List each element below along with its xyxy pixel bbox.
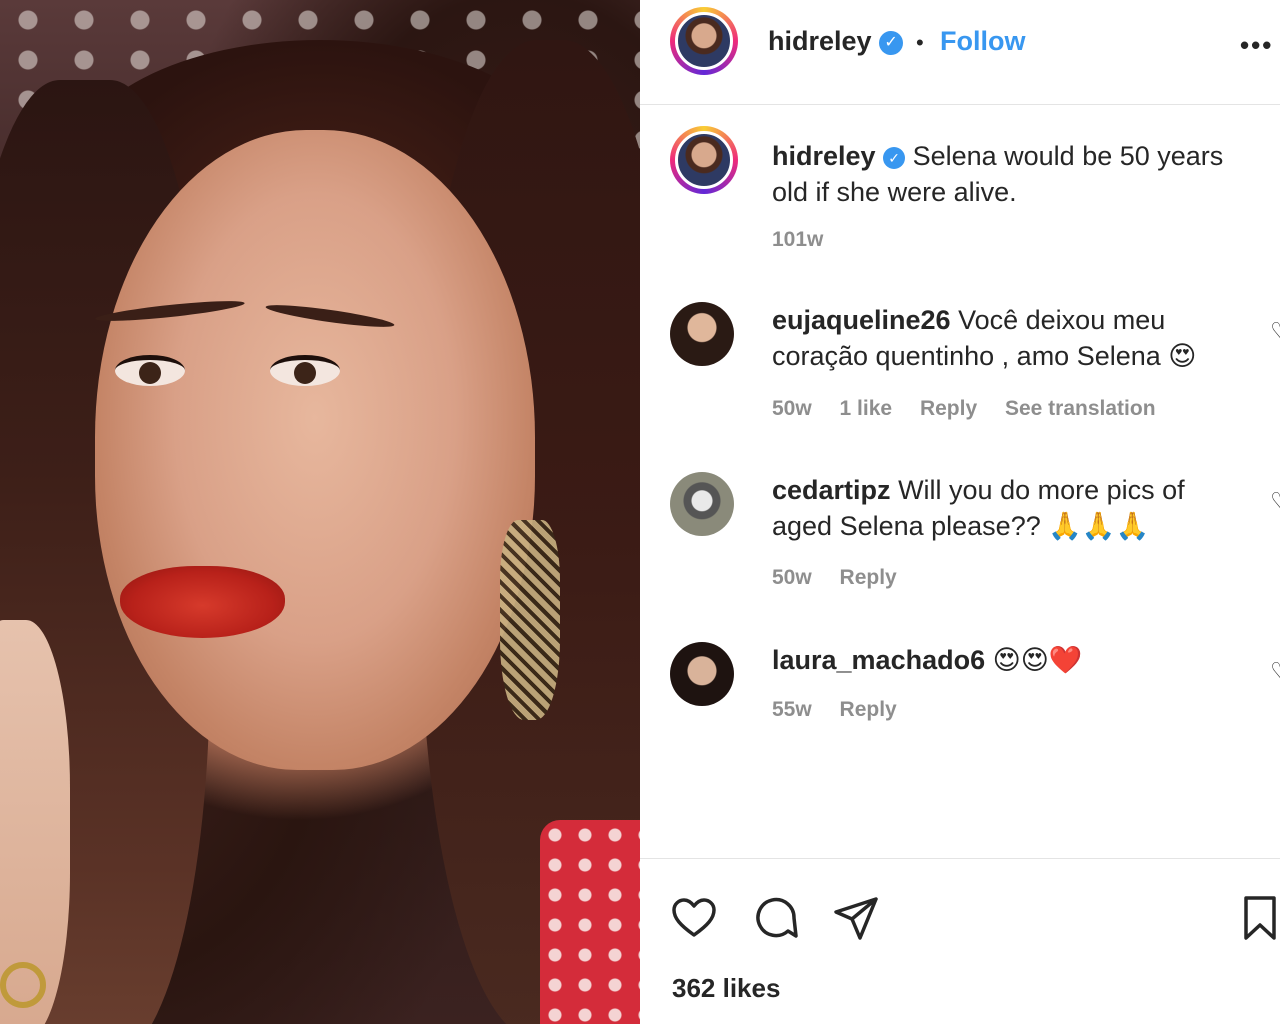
comment-like-heart-icon[interactable]: ♡ <box>1270 658 1280 684</box>
verified-badge-icon: ✓ <box>879 30 904 55</box>
author-username[interactable]: hidreley ✓ <box>768 26 904 57</box>
comment-item: eujaqueline26 Você deixou meu coração qu… <box>772 302 1232 374</box>
comment-age: 50w <box>772 397 812 420</box>
comment-meta: 50w Reply <box>772 566 919 590</box>
post-actions: 362 likes <box>640 858 1280 1025</box>
photo-earring <box>500 520 560 720</box>
see-translation-button[interactable]: See translation <box>1005 397 1156 420</box>
comment-avatar[interactable] <box>670 472 734 536</box>
comment-like-heart-icon[interactable]: ♡ <box>1270 488 1280 514</box>
comment-avatar[interactable] <box>670 642 734 706</box>
share-icon[interactable] <box>832 894 880 942</box>
photo-hand <box>0 620 70 1024</box>
comment-username[interactable]: laura_machado6 <box>772 645 985 675</box>
caption-verified-icon: ✓ <box>883 146 906 169</box>
comment-age: 50w <box>772 566 812 589</box>
heart-icon[interactable] <box>670 894 718 942</box>
comment-reply-button[interactable]: Reply <box>920 397 977 420</box>
bookmark-icon[interactable] <box>1236 894 1280 942</box>
comment-item: laura_machado6 😍😍❤️ <box>772 642 1232 678</box>
caption-meta: 101w <box>772 228 845 252</box>
comment-text: 😍😍❤️ <box>992 645 1083 675</box>
photo-eye-right <box>270 355 340 386</box>
more-options-icon[interactable]: ••• <box>1240 30 1273 61</box>
comment-like-heart-icon[interactable]: ♡ <box>1270 318 1280 344</box>
comment-reply-button[interactable]: Reply <box>840 566 897 589</box>
comment-avatar[interactable] <box>670 302 734 366</box>
post-panel: hidreley ✓ • Follow ••• hidreley ✓ Selen… <box>640 0 1280 1024</box>
comment-icon[interactable] <box>752 894 800 942</box>
photo-face <box>95 130 535 770</box>
comment-meta: 50w 1 like Reply See translation <box>772 397 1178 421</box>
post-header: hidreley ✓ • Follow ••• <box>640 0 1280 105</box>
comment-reply-button[interactable]: Reply <box>840 698 897 721</box>
comment-meta: 55w Reply <box>772 698 919 722</box>
comment-age: 55w <box>772 698 812 721</box>
photo-dress <box>540 820 640 1024</box>
caption-username[interactable]: hidreley <box>772 141 876 171</box>
comment-likes[interactable]: 1 like <box>840 397 893 420</box>
comment-item: cedartipz Will you do more pics of aged … <box>772 472 1232 544</box>
photo-ring <box>0 962 46 1008</box>
caption-age: 101w <box>772 228 824 251</box>
likes-count[interactable]: 362 likes <box>672 973 780 1004</box>
caption: hidreley ✓ Selena would be 50 years old … <box>772 138 1252 210</box>
caption-avatar[interactable] <box>670 126 738 194</box>
photo-eye-left <box>115 355 185 386</box>
comment-username[interactable]: eujaqueline26 <box>772 305 951 335</box>
photo-lips <box>120 566 285 638</box>
header-separator: • <box>916 30 924 55</box>
follow-button[interactable]: Follow <box>940 26 1025 57</box>
author-avatar[interactable] <box>670 7 738 75</box>
post-image[interactable] <box>0 0 640 1024</box>
author-username-text[interactable]: hidreley <box>768 26 872 56</box>
comment-username[interactable]: cedartipz <box>772 475 891 505</box>
